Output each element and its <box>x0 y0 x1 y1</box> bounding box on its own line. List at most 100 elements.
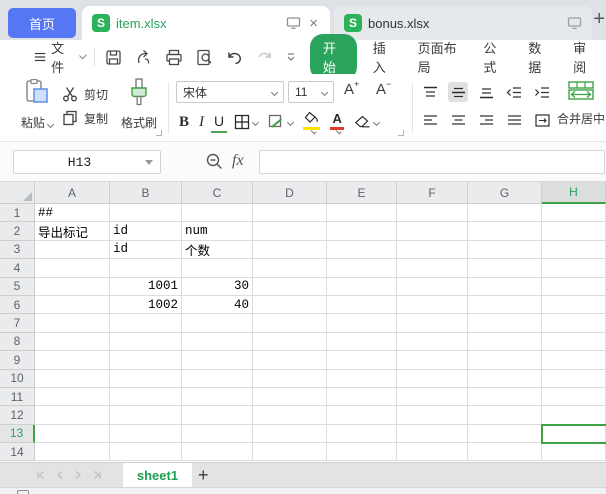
cell-F9[interactable] <box>397 351 468 369</box>
row-header-1[interactable]: 1 <box>0 204 35 222</box>
cell-E7[interactable] <box>327 314 397 332</box>
font-name-select[interactable]: 宋体 <box>176 81 284 103</box>
cell-G9[interactable] <box>468 351 542 369</box>
clear-formatting-button[interactable] <box>351 111 382 133</box>
file-menu-button[interactable]: 文件 <box>34 38 84 76</box>
cell-C13[interactable] <box>182 425 253 443</box>
row-header-10[interactable]: 10 <box>0 370 35 388</box>
export-pdf-button[interactable] <box>135 49 152 66</box>
paste-button[interactable]: 粘贴 <box>14 78 60 131</box>
cell-B11[interactable] <box>110 388 182 406</box>
cell-B4[interactable] <box>110 259 182 277</box>
cell-C1[interactable] <box>182 204 253 222</box>
cell-C5[interactable]: 30 <box>182 278 253 296</box>
decrease-indent-button[interactable] <box>504 82 524 102</box>
cell-A6[interactable] <box>35 296 110 314</box>
cell-B6[interactable]: 1002 <box>110 296 182 314</box>
cell-H3[interactable] <box>542 241 606 259</box>
cell-D5[interactable] <box>253 278 327 296</box>
cell-D1[interactable] <box>253 204 327 222</box>
cell-B5[interactable]: 1001 <box>110 278 182 296</box>
row-header-8[interactable]: 8 <box>0 333 35 351</box>
align-top-button[interactable] <box>420 82 440 102</box>
cell-E3[interactable] <box>327 241 397 259</box>
align-left-button[interactable] <box>420 110 440 130</box>
align-middle-button[interactable] <box>448 82 468 102</box>
first-sheet-icon[interactable] <box>36 470 46 480</box>
cell-E8[interactable] <box>327 333 397 351</box>
cell-H14[interactable] <box>542 443 606 461</box>
zoom-out-icon[interactable] <box>205 152 224 174</box>
bold-button[interactable]: B <box>176 111 192 133</box>
cell-B8[interactable] <box>110 333 182 351</box>
borders-button[interactable] <box>231 111 261 133</box>
decrease-font-size-button[interactable]: A− <box>376 81 391 103</box>
cell-H10[interactable] <box>542 370 606 388</box>
dialog-launcher-clipboard[interactable] <box>156 130 162 136</box>
close-tab-icon[interactable]: × <box>307 15 320 32</box>
cell-H12[interactable] <box>542 406 606 424</box>
row-header-5[interactable]: 5 <box>0 278 35 296</box>
cell-A7[interactable] <box>35 314 110 332</box>
column-header-G[interactable]: G <box>468 182 542 204</box>
last-sheet-icon[interactable] <box>92 470 102 480</box>
cell-G4[interactable] <box>468 259 542 277</box>
cell-C14[interactable] <box>182 443 253 461</box>
cell-D9[interactable] <box>253 351 327 369</box>
cell-A5[interactable] <box>35 278 110 296</box>
cell-A12[interactable] <box>35 406 110 424</box>
enter-desktop-mode-icon[interactable] <box>567 16 582 30</box>
draw-border-button[interactable] <box>265 111 296 133</box>
cell-H6[interactable] <box>542 296 606 314</box>
cell-B10[interactable] <box>110 370 182 388</box>
new-document-tab-button[interactable]: + <box>593 8 605 31</box>
cell-D6[interactable] <box>253 296 327 314</box>
cell-C8[interactable] <box>182 333 253 351</box>
cell-B12[interactable] <box>110 406 182 424</box>
cell-C7[interactable] <box>182 314 253 332</box>
cell-H2[interactable] <box>542 222 606 240</box>
cell-G10[interactable] <box>468 370 542 388</box>
row-header-11[interactable]: 11 <box>0 388 35 406</box>
increase-font-size-button[interactable]: A+ <box>344 81 359 103</box>
cell-G13[interactable] <box>468 425 542 443</box>
column-header-H[interactable]: H <box>542 182 606 204</box>
align-center-button[interactable] <box>448 110 468 130</box>
dialog-launcher-font[interactable] <box>398 130 404 136</box>
cell-G6[interactable] <box>468 296 542 314</box>
name-box-dropdown-icon[interactable] <box>145 160 153 165</box>
cell-H1[interactable] <box>542 204 606 222</box>
cell-H13[interactable] <box>542 425 606 443</box>
next-sheet-icon[interactable] <box>74 470 82 480</box>
cell-F13[interactable] <box>397 425 468 443</box>
cell-H11[interactable] <box>542 388 606 406</box>
redo-button[interactable] <box>256 50 273 65</box>
cell-G3[interactable] <box>468 241 542 259</box>
cell-A11[interactable] <box>35 388 110 406</box>
cell-G5[interactable] <box>468 278 542 296</box>
cell-C11[interactable] <box>182 388 253 406</box>
row-header-13[interactable]: 13 <box>0 425 35 443</box>
undo-button[interactable] <box>226 50 243 65</box>
cell-C3[interactable]: 个数 <box>182 241 253 259</box>
cut-button[interactable]: 剪切 <box>62 82 108 106</box>
row-header-3[interactable]: 3 <box>0 241 35 259</box>
cell-C2[interactable]: num <box>182 222 253 240</box>
cell-F3[interactable] <box>397 241 468 259</box>
cell-G11[interactable] <box>468 388 542 406</box>
home-tab-button[interactable]: 首页 <box>8 8 76 38</box>
cell-F14[interactable] <box>397 443 468 461</box>
cell-B7[interactable] <box>110 314 182 332</box>
align-bottom-button[interactable] <box>476 82 496 102</box>
underline-button[interactable]: U <box>211 111 227 133</box>
prev-sheet-icon[interactable] <box>56 470 64 480</box>
row-header-9[interactable]: 9 <box>0 351 35 369</box>
cell-G1[interactable] <box>468 204 542 222</box>
cell-E4[interactable] <box>327 259 397 277</box>
cell-F6[interactable] <box>397 296 468 314</box>
row-header-12[interactable]: 12 <box>0 406 35 424</box>
print-preview-button[interactable] <box>196 49 213 66</box>
cell-F12[interactable] <box>397 406 468 424</box>
cell-F10[interactable] <box>397 370 468 388</box>
insert-function-button[interactable]: fx <box>232 152 244 170</box>
